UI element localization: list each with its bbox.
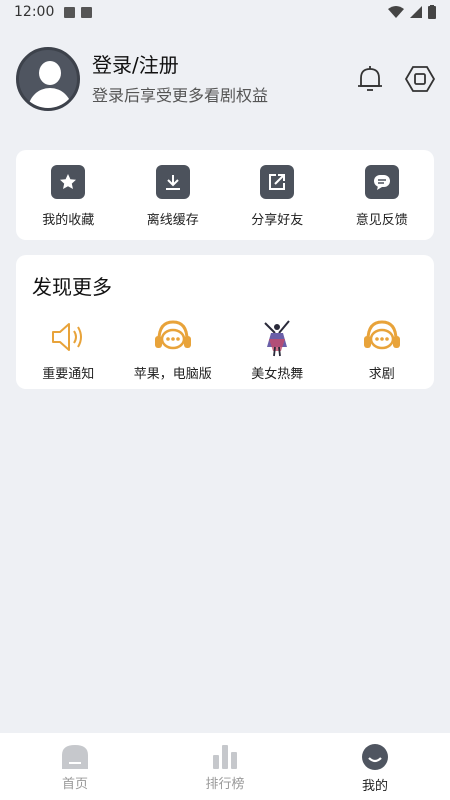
quick-action-label: 分享好友 <box>251 213 304 228</box>
star-icon <box>51 165 86 199</box>
nav-label: 排行榜 <box>205 777 245 792</box>
quick-action-label: 我的收藏 <box>42 213 95 228</box>
status-system-icons <box>388 5 436 19</box>
ranking-icon <box>213 745 237 769</box>
dancer-icon <box>257 317 297 357</box>
wifi-icon <box>388 6 404 18</box>
nav-item-mine[interactable]: 我的 <box>300 733 450 800</box>
status-notification-icons <box>64 6 93 18</box>
quick-action-offline-cache[interactable]: 离线缓存 <box>121 150 226 240</box>
battery-icon <box>428 5 436 19</box>
login-subtitle: 登录后享受更多看剧权益 <box>92 86 269 105</box>
signal-icon <box>410 6 422 18</box>
nav-item-ranking[interactable]: 排行榜 <box>150 733 300 800</box>
status-bar: 12:00 <box>0 0 450 24</box>
profile-icon <box>362 744 388 770</box>
headset-chat-icon <box>153 317 193 357</box>
quick-action-share[interactable]: 分享好友 <box>225 150 330 240</box>
image-notification-icon <box>64 6 76 18</box>
notification-bell-button[interactable] <box>354 63 386 95</box>
login-register-title[interactable]: 登录/注册 <box>92 52 268 78</box>
settings-button[interactable] <box>404 63 436 95</box>
discover-section-title: 发现更多 <box>32 275 112 299</box>
nav-label: 首页 <box>61 777 88 792</box>
bottom-navigation: 首页 排行榜 我的 <box>0 733 450 800</box>
download-icon <box>155 165 190 199</box>
home-icon <box>62 745 88 769</box>
quick-action-label: 意见反馈 <box>355 213 408 228</box>
quick-action-label: 离线缓存 <box>146 213 199 228</box>
avatar[interactable] <box>16 47 80 111</box>
discover-item-apple-pc[interactable]: 苹果，电脑版 <box>121 317 226 387</box>
bell-icon <box>358 66 382 91</box>
quick-action-favorites[interactable]: 我的收藏 <box>16 150 121 240</box>
discover-item-label: 重要通知 <box>42 367 95 382</box>
profile-header[interactable]: 登录/注册 登录后享受更多看剧权益 <box>16 46 436 112</box>
a-notification-icon <box>81 6 93 18</box>
speaker-icon <box>48 317 88 357</box>
nav-item-home[interactable]: 首页 <box>0 733 150 800</box>
quick-action-feedback[interactable]: 意见反馈 <box>330 150 435 240</box>
nav-label: 我的 <box>361 779 388 794</box>
discover-item-label: 苹果，电脑版 <box>133 367 212 382</box>
status-time: 12:00 <box>14 4 55 20</box>
share-icon <box>260 165 295 199</box>
discover-item-label: 美女热舞 <box>251 367 304 382</box>
discover-item-label: 求剧 <box>368 367 395 382</box>
quick-actions-card: 我的收藏 离线缓存 分享好友 意见反馈 <box>16 150 434 240</box>
hexagon-settings-icon <box>404 66 436 92</box>
feedback-icon <box>364 165 399 199</box>
discover-item-notice[interactable]: 重要通知 <box>16 317 121 387</box>
discover-item-dance[interactable]: 美女热舞 <box>225 317 330 387</box>
headset-chat-icon <box>362 317 402 357</box>
discover-more-card: 发现更多 重要通知 苹果，电脑版 美女热舞 求剧 <box>16 255 434 389</box>
discover-item-request[interactable]: 求剧 <box>330 317 435 387</box>
